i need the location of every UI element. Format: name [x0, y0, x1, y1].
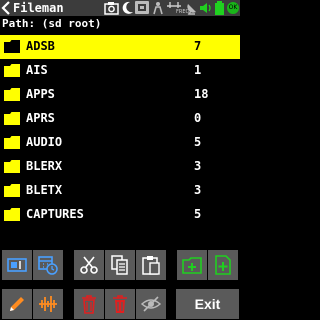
new-folder-button[interactable] [177, 250, 207, 280]
rename-file-button[interactable] [2, 250, 32, 280]
file-name: ADSB [26, 39, 55, 53]
folder-icon [4, 112, 20, 125]
new-file-button[interactable] [208, 250, 238, 280]
new-folder-icon [182, 257, 202, 274]
file-name: APPS [26, 87, 55, 101]
folder-icon [4, 64, 20, 77]
file-count: 7 [194, 39, 202, 53]
rename-icon [7, 258, 27, 272]
app-title: Fileman [13, 1, 64, 15]
list-item[interactable]: BLETX 3 [0, 179, 240, 203]
copy-icon [111, 255, 128, 275]
file-name: APRS [26, 111, 55, 125]
list-item[interactable]: AIS 1 [0, 59, 240, 83]
battery-status-badge: OK [227, 2, 239, 14]
pencil-icon [10, 297, 24, 311]
file-count: 5 [194, 135, 202, 149]
file-name: AIS [26, 63, 48, 77]
file-name: BLETX [26, 183, 63, 197]
list-item[interactable]: BLERX 3 [0, 155, 240, 179]
cut-button[interactable] [74, 250, 104, 280]
title-bar: Fileman FREQ OK [0, 0, 240, 16]
folder-icon [4, 136, 20, 149]
clipboard-icon [142, 256, 160, 275]
moon-icon[interactable] [121, 1, 134, 15]
trash-icon [113, 295, 127, 313]
list-item[interactable]: CAPTURES 5 [0, 203, 240, 227]
speaker-icon[interactable] [199, 1, 213, 15]
path-label: Path: (sd root) [2, 17, 102, 30]
delete-button[interactable] [74, 289, 104, 319]
list-item[interactable]: APPS 18 [0, 83, 240, 107]
scissors-icon [80, 256, 98, 274]
camera-icon[interactable] [104, 1, 119, 15]
new-file-icon [215, 255, 231, 275]
file-name: BLERX [26, 159, 63, 173]
exit-button[interactable]: Exit [176, 289, 239, 319]
edit-button[interactable] [2, 289, 32, 319]
calendar-clock-icon [38, 256, 58, 275]
list-item[interactable]: APRS 0 [0, 107, 240, 131]
delete-all-button[interactable] [105, 289, 135, 319]
hide-button[interactable] [136, 289, 166, 319]
file-count: 1 [194, 63, 202, 77]
battery-icon[interactable] [214, 1, 225, 15]
file-count: 18 [194, 87, 209, 101]
eye-slash-icon [141, 296, 161, 312]
folder-icon [4, 184, 20, 197]
folder-icon [4, 40, 20, 53]
file-count: 5 [194, 207, 202, 221]
folder-icon [4, 208, 20, 221]
folder-icon [4, 160, 20, 173]
folder-icon [4, 88, 20, 101]
back-arrow-icon[interactable] [1, 1, 11, 15]
waveform-button[interactable] [33, 289, 63, 319]
sd-card-icon[interactable] [135, 1, 149, 14]
copy-button[interactable] [105, 250, 135, 280]
file-name: CAPTURES [26, 207, 84, 221]
person-icon[interactable] [152, 1, 164, 15]
file-count: 0 [194, 111, 202, 125]
waveform-icon [39, 296, 57, 312]
list-item[interactable]: ADSB 7 [0, 35, 240, 59]
file-count: 3 [194, 159, 202, 173]
list-item[interactable]: AUDIO 5 [0, 131, 240, 155]
file-list: ADSB 7 AIS 1 APPS 18 APRS 0 AUDIO 5 BLER… [0, 35, 240, 227]
dish-icon[interactable] [186, 1, 198, 15]
trash-icon [82, 295, 96, 314]
file-count: 3 [194, 183, 202, 197]
paste-button[interactable] [136, 250, 166, 280]
file-name: AUDIO [26, 135, 63, 149]
date-sort-button[interactable] [33, 250, 63, 280]
